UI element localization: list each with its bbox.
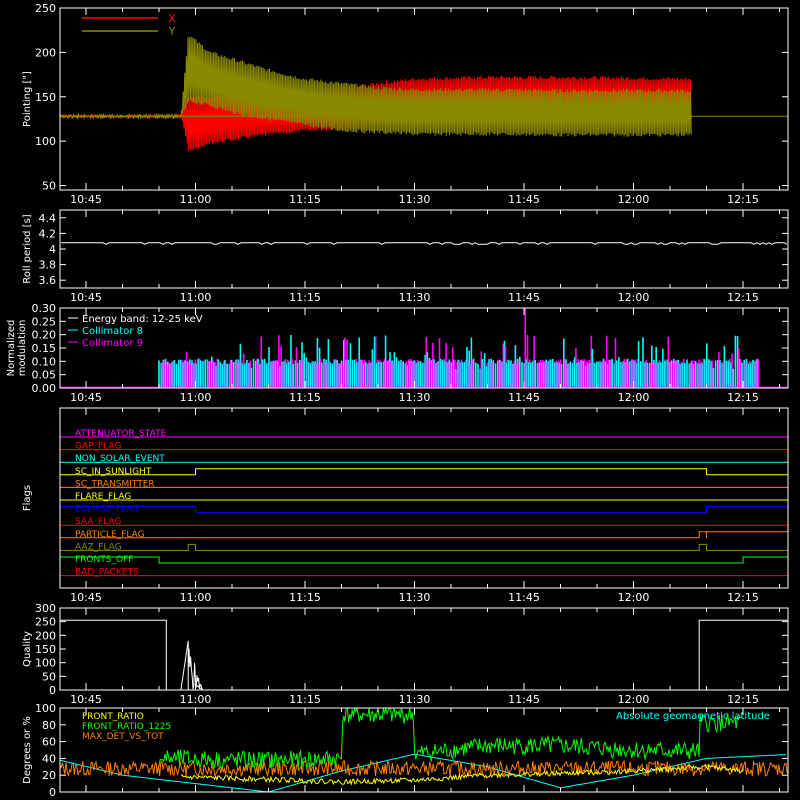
y-tick-label-modulation: 0.10 (32, 355, 57, 368)
time-tick-label: 11:00 (180, 693, 212, 706)
y-axis-label-modulation: Normalized (6, 320, 17, 377)
y-tick-label-modulation: 0.20 (32, 329, 57, 342)
y-tick-label-quality: 100 (35, 657, 56, 670)
time-tick-label: 11:45 (508, 291, 540, 304)
time-tick-label: 11:30 (399, 291, 431, 304)
time-tick-label: 12:00 (618, 193, 650, 206)
time-tick-label: 11:15 (289, 391, 321, 404)
time-tick-label: 11:30 (399, 391, 431, 404)
y-tick-label-quality: 300 (35, 602, 56, 615)
y-tick-label-quality: 250 (35, 616, 56, 629)
y-tick-label-pointing: 250 (35, 2, 56, 15)
flag-label: NON_SOLAR_EVENT (75, 454, 165, 464)
legend-label-collimator-9: Collimator 9 (82, 338, 143, 349)
y-tick-label-quality: 200 (35, 629, 56, 642)
legend-label-front_ratio: FRONT_RATIO (82, 712, 144, 722)
time-tick-label: 11:45 (508, 591, 540, 604)
y-tick-label-roll: 4.4 (39, 212, 57, 225)
y-tick-label-ratios: 100 (35, 702, 56, 715)
flag-label: FRONTS_OFF (75, 555, 133, 565)
y-tick-label-roll: 4.2 (39, 227, 57, 240)
time-tick-label: 10:45 (70, 693, 102, 706)
time-tick-label: 11:15 (289, 693, 321, 706)
y-tick-label-pointing: 50 (42, 180, 56, 193)
y-tick-label-modulation: 0.05 (32, 369, 57, 382)
flag-label: GAP_FLAG (75, 442, 121, 452)
flag-label: FLARE_FLAG (75, 492, 131, 502)
legend-label-collimator-8: Collimator 8 (82, 326, 143, 337)
y-tick-label-modulation: 0.30 (32, 302, 57, 315)
time-tick-label: 11:00 (180, 291, 212, 304)
time-tick-label: 11:45 (508, 193, 540, 206)
time-tick-label: 12:15 (727, 591, 759, 604)
y-tick-label-ratios: 0 (49, 786, 56, 799)
rhessi-quicklook-figure: 10:45 11:00 11:15 11:30 11:45 12:00 12:1550100… (0, 0, 800, 800)
flag-label: ATTENUATOR_STATE (75, 429, 167, 439)
time-tick-label: 12:00 (618, 591, 650, 604)
time-tick-label: 12:15 (727, 391, 759, 404)
y-tick-label-modulation: 0.00 (32, 382, 57, 395)
y-axis-label-modulation: modulation (17, 320, 28, 377)
time-tick-label: 10:45 (70, 391, 102, 404)
y-tick-label-pointing: 200 (35, 46, 56, 59)
time-tick-label: 11:30 (399, 591, 431, 604)
time-tick-label: 11:45 (508, 693, 540, 706)
y-tick-label-pointing: 100 (35, 135, 56, 148)
flag-label: PARTICLE_FLAG (75, 530, 145, 540)
time-tick-label: 11:00 (180, 391, 212, 404)
flag-label: SAA_FLAG (75, 517, 121, 527)
y-tick-label-roll: 4 (49, 243, 56, 256)
y-tick-label-ratios: 60 (42, 736, 56, 749)
flag-label: ECLIPSE_FLAG (75, 505, 139, 515)
y-tick-label-quality: 0 (49, 684, 56, 697)
y-tick-label-pointing: 150 (35, 91, 56, 104)
time-tick-label: 12:15 (727, 291, 759, 304)
time-tick-label: 11:00 (180, 591, 212, 604)
time-tick-label: 11:15 (289, 591, 321, 604)
time-tick-label: 12:00 (618, 291, 650, 304)
time-tick-label: 10:45 (70, 291, 102, 304)
time-tick-label: 11:15 (289, 291, 321, 304)
y-axis-label-pointing: Pointing ["] (22, 71, 33, 127)
time-tick-label: 12:00 (618, 391, 650, 404)
legend-label-max_det_vs_tot: MAX_DET_VS_TOT (82, 732, 164, 742)
y-tick-label-ratios: 20 (42, 769, 56, 782)
time-tick-label: 11:00 (180, 193, 212, 206)
time-tick-label: 11:30 (399, 193, 431, 206)
y-tick-label-modulation: 0.15 (32, 342, 57, 355)
flag-label: AAZ_FLAG (75, 542, 122, 552)
energy-band-annotation: Energy band: 12-25 keV (82, 314, 203, 325)
y-tick-label-ratios: 80 (42, 719, 56, 732)
legend-label-front_ratio_1225: FRONT_RATIO_1225 (82, 722, 171, 732)
y-tick-label-quality: 150 (35, 643, 56, 656)
time-tick-label: 12:15 (727, 193, 759, 206)
time-tick-label: 10:45 (70, 591, 102, 604)
y-axis-label-ratios: Degrees or % (22, 716, 33, 784)
legend-label-x: X (168, 12, 176, 25)
time-tick-label: 12:00 (618, 693, 650, 706)
y-tick-label-quality: 50 (42, 670, 56, 683)
flag-label: BAD_PACKETS (75, 568, 139, 578)
y-axis-label-quality: Quality (22, 631, 33, 667)
time-tick-label: 11:30 (399, 693, 431, 706)
y-tick-label-roll: 3.8 (39, 259, 57, 272)
geomagnetic-latitude-annotation: Absolute geomagnetic latitude (616, 711, 770, 722)
y-axis-label-roll: Roll period [s] (22, 214, 33, 283)
y-tick-label-ratios: 40 (42, 752, 56, 765)
flag-label: SC_IN_SUNLIGHT (75, 467, 152, 477)
y-axis-label-flags: Flags (22, 485, 33, 511)
time-tick-label: 11:15 (289, 193, 321, 206)
time-tick-label: 10:45 (70, 193, 102, 206)
time-tick-label: 11:45 (508, 391, 540, 404)
legend-label-y: Y (168, 25, 176, 38)
time-tick-label: 12:15 (727, 693, 759, 706)
y-tick-label-modulation: 0.25 (32, 315, 57, 328)
flag-label: SC_TRANSMITTER (75, 479, 155, 489)
y-tick-label-roll: 3.6 (39, 274, 57, 287)
